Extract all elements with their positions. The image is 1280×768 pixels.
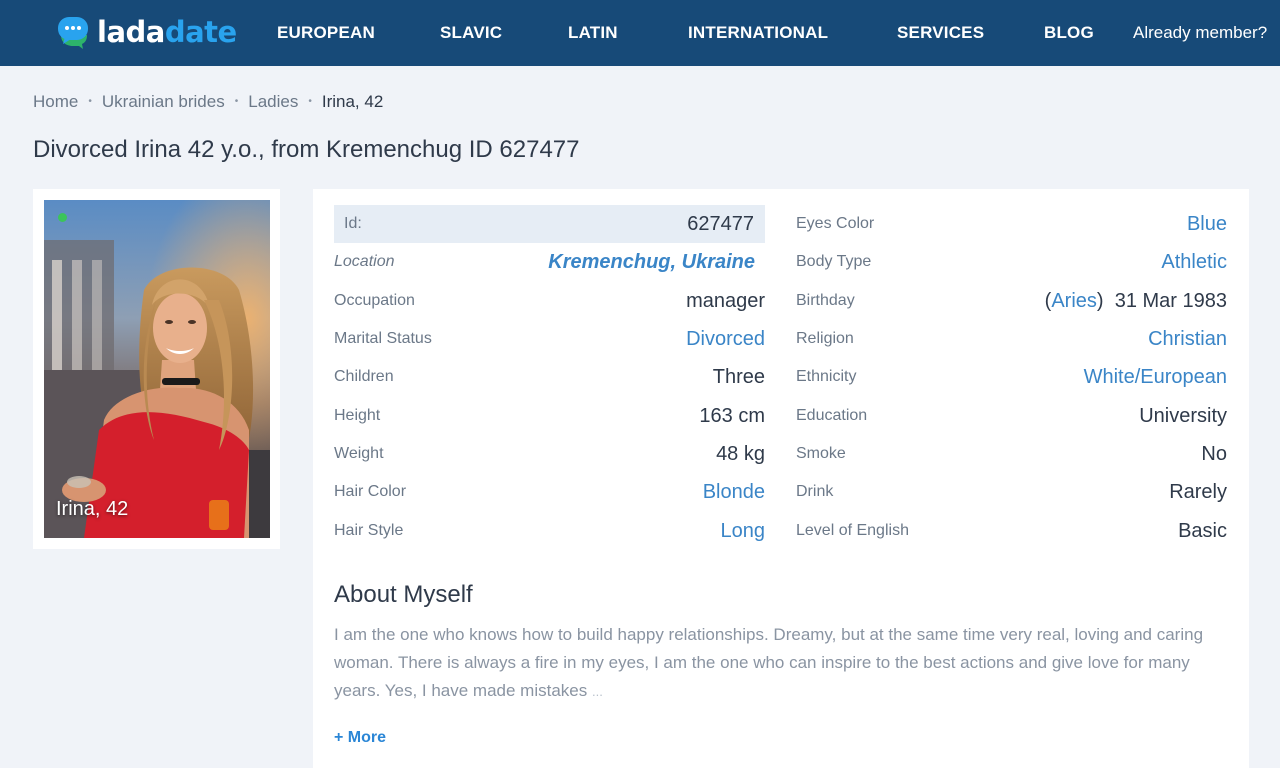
top-navigation-bar: ladadate EUROPEAN SLAVIC LATIN INTERNATI… [0, 0, 1280, 66]
profile-row-ethnicity: Ethnicity White/European [796, 358, 1227, 396]
profile-row-birthday: Birthday (Aries) 31 Mar 1983 [796, 282, 1227, 320]
row-value: No [1201, 442, 1227, 465]
chat-bubble-logo-icon [57, 15, 89, 49]
profile-row-religion: Religion Christian [796, 320, 1227, 358]
profile-row-marital-status: Marital Status Divorced [334, 320, 765, 358]
breadcrumb-home[interactable]: Home [33, 91, 78, 113]
hair-style-link[interactable]: Long [721, 520, 766, 543]
birthday-date: 31 Mar 1983 [1114, 289, 1227, 312]
row-value: Three [712, 365, 765, 388]
profile-row-height: Height 163 cm [334, 397, 765, 435]
profile-photo-card: Irina, 42 [33, 189, 280, 549]
row-label: Eyes Color [796, 215, 875, 232]
logo-text: ladadate [97, 14, 237, 50]
row-value: 627477 [687, 212, 754, 235]
profile-row-children: Children Three [334, 358, 765, 396]
breadcrumb-separator: • [308, 96, 312, 107]
row-value: University [1139, 404, 1227, 427]
about-text-ellipsis: ... [591, 684, 603, 699]
profile-row-occupation: Occupation manager [334, 282, 765, 320]
profile-row-location: Location Kremenchug, Ukraine [334, 243, 765, 281]
row-label: Id: [344, 215, 362, 232]
nav-latin[interactable]: LATIN [568, 23, 618, 43]
row-label: Level of English [796, 522, 909, 539]
row-label: Weight [334, 445, 384, 462]
breadcrumb-current: Irina, 42 [321, 92, 384, 111]
profile-row-eyes-color: Eyes Color Blue [796, 205, 1227, 243]
profile-row-education: Education University [796, 397, 1227, 435]
row-value: manager [686, 289, 765, 312]
breadcrumb-ladies[interactable]: Ladies [248, 91, 298, 113]
row-label: Marital Status [334, 330, 432, 347]
row-label: Location [334, 253, 395, 270]
about-text-body: I am the one who knows how to build happ… [334, 625, 1204, 700]
row-label: Hair Color [334, 483, 407, 500]
row-value: Rarely [1169, 480, 1227, 503]
profile-row-hair-style: Hair Style Long [334, 512, 765, 550]
profile-row-english-level: Level of English Basic [796, 512, 1227, 550]
row-label: Hair Style [334, 522, 404, 539]
eyes-color-link[interactable]: Blue [1187, 213, 1227, 236]
breadcrumb-separator: • [234, 96, 239, 107]
hair-color-link[interactable]: Blonde [703, 481, 765, 504]
birthday-value: (Aries) 31 Mar 1983 [1044, 289, 1227, 312]
profile-row-weight: Weight 48 kg [334, 435, 765, 473]
about-myself-heading: About Myself [334, 581, 473, 608]
profile-details-panel: Id: 627477 Location Kremenchug, Ukraine … [313, 189, 1249, 768]
row-value: 163 cm [699, 404, 765, 427]
profile-photo-image [44, 200, 270, 538]
about-myself-text: I am the one who knows how to build happ… [334, 621, 1224, 706]
profile-row-id: Id: 627477 [334, 205, 765, 243]
row-label: Smoke [796, 445, 846, 462]
nav-blog[interactable]: BLOG [1044, 23, 1094, 43]
profile-row-smoke: Smoke No [796, 435, 1227, 473]
breadcrumb: Home • Ukrainian brides • Ladies • Irina… [33, 91, 383, 113]
profile-row-drink: Drink Rarely [796, 473, 1227, 511]
more-button[interactable]: + More [334, 729, 386, 747]
location-link[interactable]: Kremenchug, Ukraine [548, 251, 765, 274]
row-label: Children [334, 368, 394, 385]
row-label: Occupation [334, 292, 415, 309]
nav-european[interactable]: EUROPEAN [277, 23, 375, 43]
profile-photo[interactable]: Irina, 42 [44, 200, 270, 538]
breadcrumb-ukrainian-brides[interactable]: Ukrainian brides [102, 91, 225, 113]
marital-status-link[interactable]: Divorced [686, 328, 765, 351]
breadcrumb-separator: • [88, 96, 92, 107]
nav-services[interactable]: SERVICES [897, 23, 984, 43]
ethnicity-link[interactable]: White/European [1084, 366, 1227, 389]
row-label: Height [334, 407, 381, 424]
row-label: Education [796, 407, 868, 424]
row-label: Ethnicity [796, 368, 857, 385]
row-value: Basic [1178, 519, 1227, 542]
row-label: Drink [796, 483, 834, 500]
already-member-link[interactable]: Already member? [1133, 23, 1267, 43]
row-label: Religion [796, 330, 854, 347]
row-label: Body Type [796, 253, 872, 270]
nav-slavic[interactable]: SLAVIC [440, 23, 502, 43]
body-type-link[interactable]: Athletic [1161, 251, 1227, 274]
logo-text-part1: lada [97, 15, 165, 49]
logo-text-part2: date [164, 15, 237, 49]
profile-row-hair-color: Hair Color Blonde [334, 473, 765, 511]
profile-row-body-type: Body Type Athletic [796, 243, 1227, 281]
row-label: Birthday [796, 292, 855, 309]
online-status-indicator [58, 213, 67, 222]
row-value: 48 kg [716, 442, 765, 465]
page-title: Divorced Irina 42 y.o., from Kremenchug … [33, 136, 580, 163]
nav-international[interactable]: INTERNATIONAL [688, 23, 828, 43]
religion-link[interactable]: Christian [1148, 328, 1227, 351]
site-logo[interactable]: ladadate [57, 14, 237, 50]
zodiac-sign-link[interactable]: Aries [1051, 290, 1097, 312]
photo-caption: Irina, 42 [56, 498, 129, 520]
